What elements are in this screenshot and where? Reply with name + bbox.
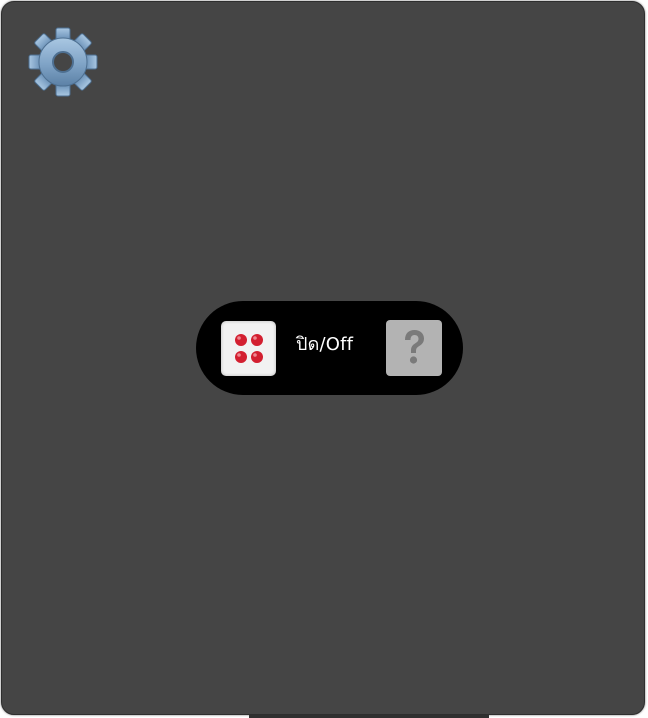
gear-icon: [28, 27, 98, 97]
dice-four-icon: [235, 334, 263, 363]
control-bar: ปิด/Off: [196, 301, 463, 395]
mode-toggle-label[interactable]: ปิด/Off: [296, 333, 368, 357]
dice-pip: [235, 351, 247, 363]
settings-button[interactable]: [26, 25, 100, 99]
main-panel: ปิด/Off: [1, 1, 645, 715]
dice-pip: [251, 334, 263, 346]
dice-pip: [251, 351, 263, 363]
question-mark-icon: [405, 330, 424, 364]
dice-button[interactable]: [221, 321, 276, 376]
help-button[interactable]: [386, 320, 442, 376]
dice-pip: [235, 334, 247, 346]
